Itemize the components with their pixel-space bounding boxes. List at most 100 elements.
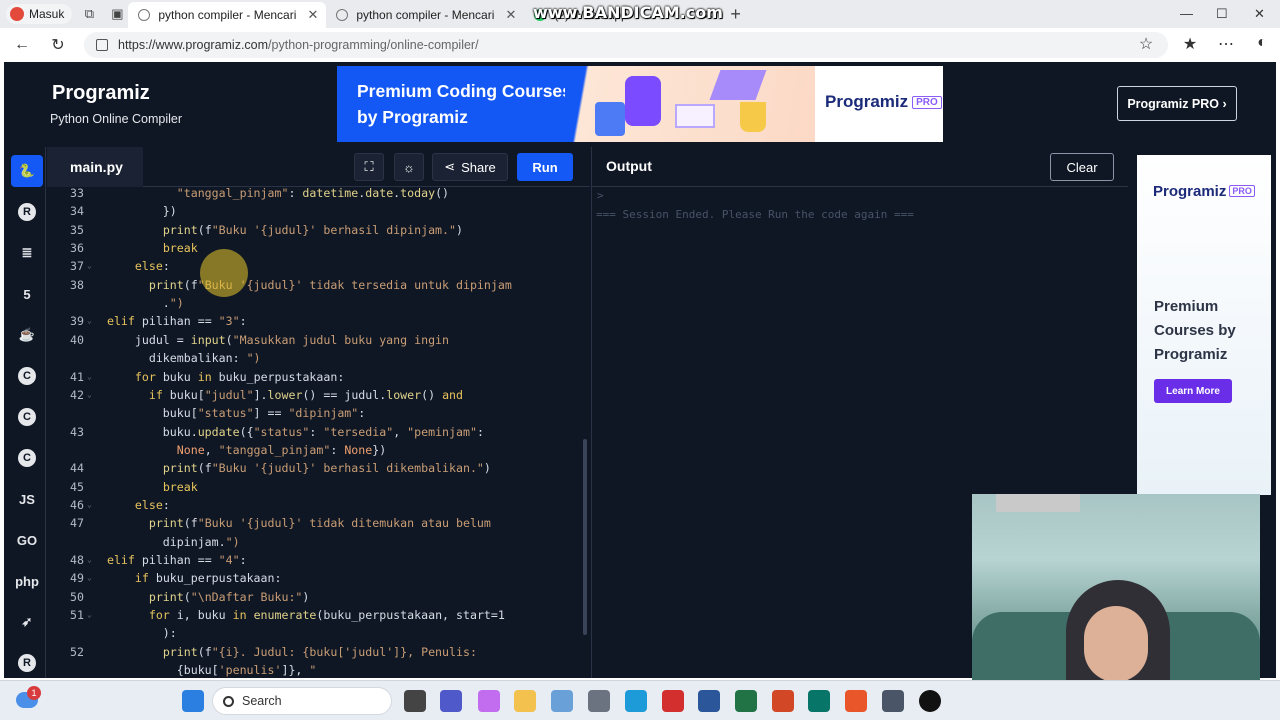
workspaces-icon[interactable]: ⧉ <box>78 3 100 25</box>
clear-button[interactable]: Clear <box>1050 153 1114 181</box>
start-icon[interactable] <box>182 690 204 712</box>
browser-tab-1[interactable]: python compiler - Mencari ✕ <box>128 2 327 28</box>
close-window-icon[interactable]: ✕ <box>1254 6 1265 22</box>
favorite-icon[interactable]: ☆ <box>1132 34 1160 54</box>
fullscreen-icon[interactable]: ⛶ <box>354 153 384 181</box>
code-line[interactable]: None, "tanggal_pinjam": None}) <box>47 441 590 459</box>
task-view-icon[interactable] <box>404 690 426 712</box>
language-csharp[interactable]: C <box>11 442 43 474</box>
code-line[interactable]: dikembalikan: ") <box>47 349 590 367</box>
language-c[interactable]: C <box>11 360 43 392</box>
close-tab-icon[interactable]: ✕ <box>505 7 516 23</box>
language-cpp[interactable]: C <box>11 401 43 433</box>
maximize-icon[interactable]: ☐ <box>1216 6 1228 22</box>
code-line[interactable]: 45 break <box>47 478 590 496</box>
profile-button[interactable]: Masuk <box>6 4 73 24</box>
minimize-icon[interactable]: — <box>1180 6 1193 21</box>
code-line[interactable]: buku["status"] == "dipinjam": <box>47 404 590 422</box>
code-line[interactable]: {buku['penulis']}, " <box>47 661 590 678</box>
acrobat-icon[interactable] <box>662 690 684 712</box>
language-go[interactable]: GO <box>11 524 43 556</box>
code-line[interactable]: 42 ⌄ if buku["judul"].lower() == judul.lo… <box>47 386 590 404</box>
language-php[interactable]: php <box>11 565 43 597</box>
language-r[interactable]: R <box>11 196 43 228</box>
publisher-icon[interactable] <box>808 690 830 712</box>
wps-icon[interactable] <box>845 690 867 712</box>
code-line[interactable]: 36 break <box>47 239 590 257</box>
favorites-list-icon[interactable]: ★ <box>1176 34 1204 54</box>
code-line[interactable]: 38 print(f"Buku '{judul}' tidak tersedia… <box>47 276 590 294</box>
code-line[interactable]: 44 print(f"Buku '{judul}' berhasil dikem… <box>47 459 590 477</box>
file-tab-main-py[interactable]: main.py <box>47 147 143 187</box>
settings-icon[interactable] <box>588 690 610 712</box>
file-explorer-icon[interactable] <box>514 690 536 712</box>
code-line[interactable]: 41 ⌄ for buku in buku_perpustakaan: <box>47 368 590 386</box>
language-swift[interactable]: ➶ <box>11 606 43 638</box>
code-line[interactable]: 47 print(f"Buku '{judul}' tidak ditemuka… <box>47 514 590 532</box>
code-line[interactable]: 33 "tanggal_pinjam": datetime.date.today… <box>47 187 590 202</box>
fold-chevron-icon[interactable]: ⌄ <box>87 386 92 404</box>
programiz-pro-button[interactable]: Programiz PRO › <box>1117 86 1237 121</box>
code-line[interactable]: 35 print(f"Buku '{judul}' berhasil dipin… <box>47 221 590 239</box>
tab-actions-icon[interactable]: ▣ <box>106 3 128 25</box>
session-ended-message: === Session Ended. Please Run the code a… <box>596 208 914 221</box>
theme-toggle-icon[interactable]: ☼ <box>394 153 424 181</box>
fold-chevron-icon[interactable]: ⌄ <box>87 496 92 514</box>
code-line[interactable]: 34 }) <box>47 202 590 220</box>
reload-icon[interactable]: ↻ <box>44 35 72 55</box>
code-line[interactable]: 46 ⌄ else: <box>47 496 590 514</box>
search-icon <box>223 695 234 707</box>
powerpoint-icon[interactable] <box>772 690 794 712</box>
editor-scrollbar[interactable] <box>583 439 587 635</box>
taskbar-search[interactable]: Search <box>212 687 392 715</box>
fold-chevron-icon[interactable]: ⌄ <box>87 551 92 569</box>
close-tab-icon[interactable]: ✕ <box>307 7 318 23</box>
language-rust[interactable]: R <box>11 647 43 679</box>
excel-icon[interactable] <box>735 690 757 712</box>
code-line[interactable]: 49 ⌄ if buku_perpustakaan: <box>47 569 590 587</box>
photos-icon[interactable] <box>551 690 573 712</box>
language-java[interactable]: ☕ <box>11 319 43 351</box>
fold-chevron-icon[interactable]: ⌄ <box>87 368 92 386</box>
word-icon[interactable] <box>698 690 720 712</box>
run-button[interactable]: Run <box>517 153 573 181</box>
code-line[interactable]: 51 ⌄ for i, buku in enumerate(buku_perpus… <box>47 606 590 624</box>
code-line[interactable]: 39 ⌄ elif pilihan == "3": <box>47 312 590 330</box>
language-database[interactable]: ≣ <box>11 237 43 269</box>
recorder-app-icon[interactable] <box>882 690 904 712</box>
language-python[interactable]: 🐍 <box>11 155 43 187</box>
teams-icon[interactable] <box>440 690 462 712</box>
fold-chevron-icon[interactable]: ⌄ <box>87 257 92 275</box>
code-line[interactable]: .") <box>47 294 590 312</box>
code-line[interactable]: ): <box>47 624 590 642</box>
fold-chevron-icon[interactable]: ⌄ <box>87 606 92 624</box>
learn-more-button[interactable]: Learn More <box>1154 379 1232 403</box>
copilot-app-icon[interactable] <box>478 690 500 712</box>
fold-chevron-icon[interactable]: ⌄ <box>87 312 92 330</box>
code-editor[interactable]: 33 "tanggal_pinjam": datetime.date.today… <box>47 187 590 678</box>
code-line[interactable]: 50 print("\nDaftar Buku:") <box>47 588 590 606</box>
edge-icon[interactable] <box>625 690 647 712</box>
programiz-logo[interactable]: Programiz <box>52 82 150 105</box>
browser-tab-2[interactable]: python compiler - Mencari ✕ <box>326 2 524 28</box>
code-line[interactable]: 37 ⌄ else: <box>47 257 590 275</box>
more-icon[interactable]: ⋯ <box>1212 34 1240 54</box>
language-js[interactable]: JS <box>11 483 43 515</box>
side-ad[interactable]: Programiz PRO Premium Courses by Programi… <box>1137 155 1271 495</box>
course-banner[interactable]: Premium Coding Courses by Programiz Prog… <box>337 66 943 142</box>
share-button[interactable]: ⋖ Share <box>432 153 508 181</box>
code-line[interactable]: 48 ⌄ elif pilihan == "4": <box>47 551 590 569</box>
code-text: None, "tanggal_pinjam": None}) <box>176 442 387 457</box>
url-field[interactable]: https://www.programiz.com /python-progra… <box>84 32 1168 58</box>
language-html5[interactable]: 5 <box>11 278 43 310</box>
copilot-icon[interactable]: ◐ <box>1248 34 1276 52</box>
line-number: 41 <box>70 369 84 384</box>
code-line[interactable]: dipinjam.") <box>47 533 590 551</box>
code-line[interactable]: 43 buku.update({"status": "tersedia", "p… <box>47 423 590 441</box>
code-line[interactable]: 40 judul = input("Masukkan judul buku ya… <box>47 331 590 349</box>
fold-chevron-icon[interactable]: ⌄ <box>87 569 92 587</box>
back-icon[interactable]: ← <box>8 36 36 54</box>
code-line[interactable]: 52 print(f"{i}. Judul: {buku['judul']}, … <box>47 643 590 661</box>
bandicam-icon[interactable] <box>919 690 941 712</box>
new-tab-icon[interactable]: + <box>730 4 741 25</box>
